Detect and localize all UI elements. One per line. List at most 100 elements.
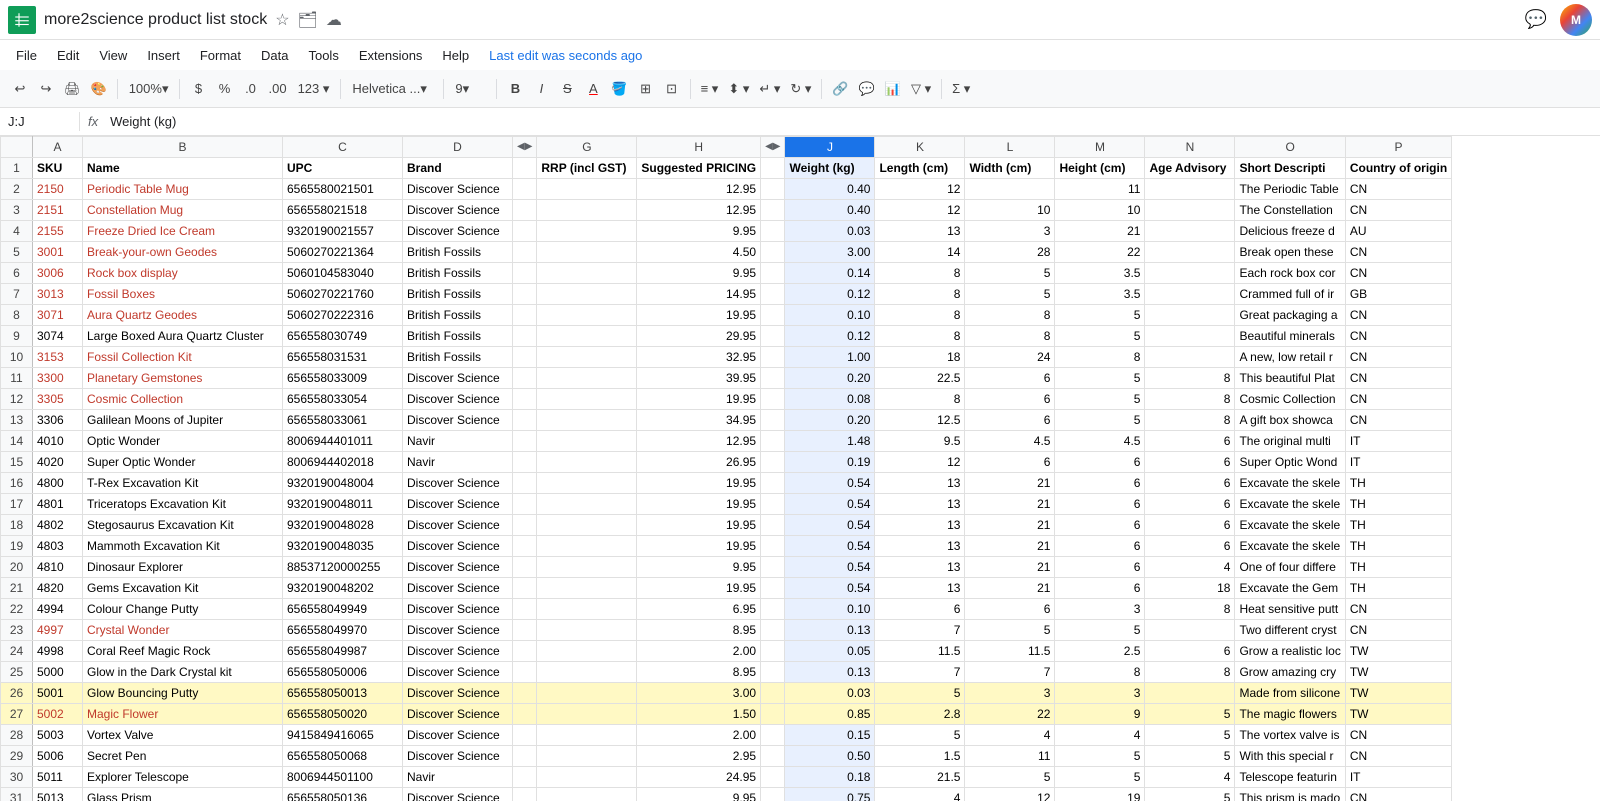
table-cell[interactable]: 6 [965,599,1055,620]
table-cell[interactable] [1145,284,1235,305]
table-cell[interactable]: 0.18 [785,767,875,788]
table-cell[interactable]: TH [1345,473,1451,494]
table-cell[interactable] [513,368,537,389]
table-cell[interactable]: CN [1345,788,1451,801]
table-cell[interactable]: 22.5 [875,368,965,389]
table-cell[interactable]: 656558049987 [283,641,403,662]
table-cell[interactable]: 19 [1055,788,1145,801]
table-cell[interactable]: Cosmic Collection [1235,389,1345,410]
table-cell[interactable]: GB [1345,284,1451,305]
col-header-N[interactable]: N [1145,137,1235,158]
table-cell[interactable]: 656558049970 [283,620,403,641]
undo-button[interactable]: ↩ [8,75,32,103]
table-cell[interactable] [761,704,785,725]
table-cell[interactable]: Discover Science [403,200,513,221]
table-cell[interactable]: 3306 [33,410,83,431]
table-cell[interactable]: The Constellation [1235,200,1345,221]
table-cell[interactable]: 9320190048011 [283,494,403,515]
table-cell[interactable] [1145,305,1235,326]
table-cell[interactable]: 4010 [33,431,83,452]
menu-help[interactable]: Help [434,46,477,65]
table-cell[interactable]: 19.95 [637,305,761,326]
table-cell[interactable] [761,557,785,578]
table-cell[interactable]: Aura Quartz Geodes [83,305,283,326]
col-header-M[interactable]: M [1055,137,1145,158]
table-cell[interactable] [761,389,785,410]
table-cell[interactable] [761,431,785,452]
italic-button[interactable]: I [529,75,553,103]
table-cell[interactable]: Beautiful minerals [1235,326,1345,347]
table-cell[interactable] [513,494,537,515]
table-cell[interactable]: 6 [1055,536,1145,557]
table-cell[interactable]: 12.95 [637,179,761,200]
table-cell[interactable] [513,326,537,347]
table-cell[interactable] [513,410,537,431]
table-cell[interactable]: Discover Science [403,473,513,494]
table-cell[interactable]: 0.54 [785,536,875,557]
table-cell[interactable]: CN [1345,200,1451,221]
table-cell[interactable]: One of four differe [1235,557,1345,578]
table-cell[interactable]: 0.54 [785,473,875,494]
table-cell[interactable]: 4 [875,788,965,801]
table-cell[interactable] [537,200,637,221]
table-cell[interactable]: Freeze Dried Ice Cream [83,221,283,242]
table-cell[interactable]: 12.95 [637,200,761,221]
paint-format-button[interactable]: 🎨 [87,75,111,103]
table-cell[interactable]: 8 [1055,662,1145,683]
table-cell[interactable]: 11 [1055,179,1145,200]
percent-button[interactable]: % [212,75,236,103]
table-cell[interactable] [761,305,785,326]
table-cell[interactable]: 656558031531 [283,347,403,368]
table-cell[interactable]: TW [1345,683,1451,704]
table-cell[interactable]: 19.95 [637,515,761,536]
table-cell[interactable]: Colour Change Putty [83,599,283,620]
col-header-K[interactable]: K [875,137,965,158]
table-cell[interactable]: CN [1345,347,1451,368]
table-cell[interactable]: 2.95 [637,746,761,767]
table-cell[interactable]: 22 [965,704,1055,725]
table-cell[interactable]: 8 [1145,368,1235,389]
table-cell[interactable] [537,536,637,557]
table-cell[interactable]: 4997 [33,620,83,641]
table-cell[interactable]: 9.95 [637,263,761,284]
table-cell[interactable]: 0.03 [785,683,875,704]
table-cell[interactable]: 13 [875,515,965,536]
table-cell[interactable]: Great packaging a [1235,305,1345,326]
table-cell[interactable]: 4020 [33,452,83,473]
table-cell[interactable] [513,536,537,557]
col-header-B[interactable]: B [83,137,283,158]
table-cell[interactable]: 13 [875,536,965,557]
table-cell[interactable]: British Fossils [403,347,513,368]
menu-extensions[interactable]: Extensions [351,46,431,65]
table-cell[interactable]: Galilean Moons of Jupiter [83,410,283,431]
table-cell[interactable] [513,200,537,221]
table-cell[interactable] [761,473,785,494]
table-cell[interactable] [513,683,537,704]
table-cell[interactable] [537,221,637,242]
table-cell[interactable]: 8006944501100 [283,767,403,788]
table-cell[interactable] [537,263,637,284]
table-cell[interactable]: 7 [875,620,965,641]
table-cell[interactable] [1145,179,1235,200]
table-cell[interactable] [761,284,785,305]
table-cell[interactable] [537,473,637,494]
table-cell[interactable]: 3 [965,221,1055,242]
col-header-A[interactable]: A [33,137,83,158]
table-cell[interactable]: 9320190021557 [283,221,403,242]
redo-button[interactable]: ↪ [34,75,58,103]
table-cell[interactable]: 5 [1145,788,1235,801]
table-cell[interactable]: CN [1345,389,1451,410]
table-cell[interactable]: 4802 [33,515,83,536]
table-cell[interactable]: 6 [1055,557,1145,578]
table-cell[interactable] [537,431,637,452]
table-cell[interactable]: 6 [1145,431,1235,452]
table-cell[interactable]: Glow Bouncing Putty [83,683,283,704]
table-cell[interactable]: 5 [965,263,1055,284]
table-cell[interactable] [761,746,785,767]
table-cell[interactable] [537,641,637,662]
table-cell[interactable] [537,683,637,704]
formula-button[interactable]: Σ ▾ [948,75,974,103]
table-cell[interactable]: Constellation Mug [83,200,283,221]
table-cell[interactable]: 0.54 [785,494,875,515]
table-cell[interactable]: 6 [965,452,1055,473]
